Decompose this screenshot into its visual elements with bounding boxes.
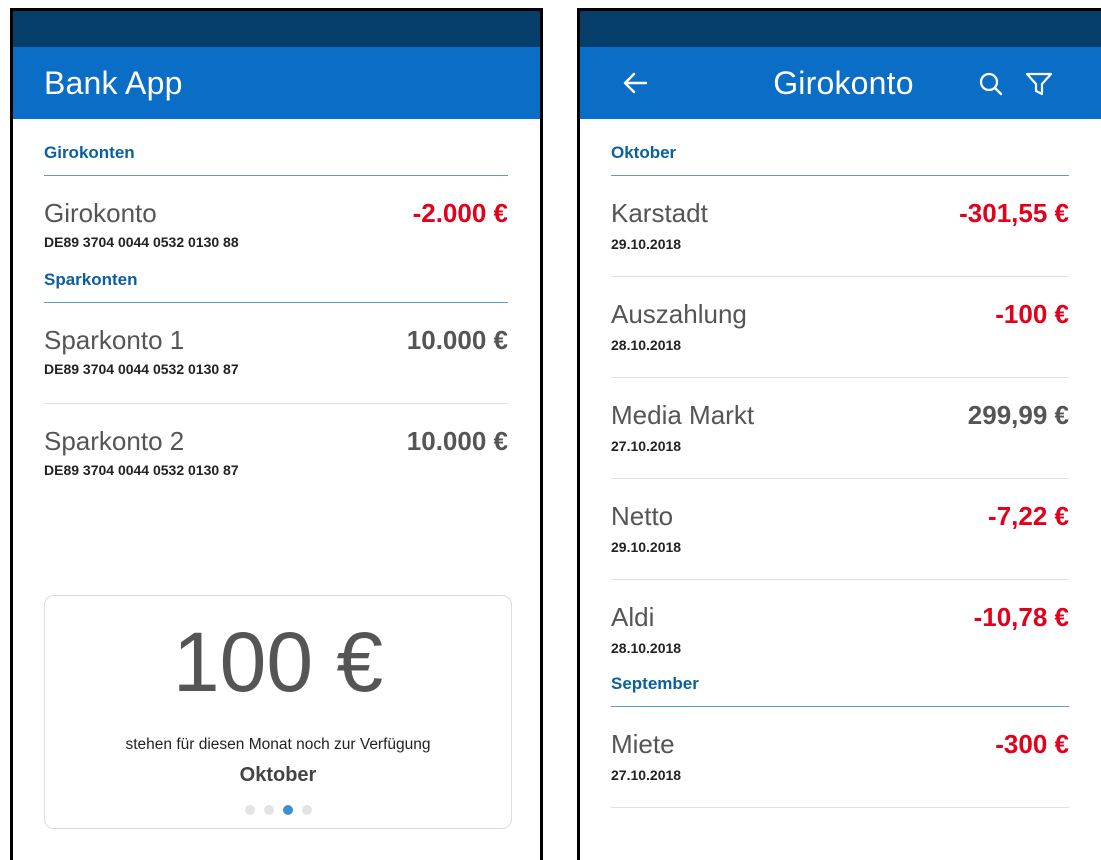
- section-heading-sparkonten: Sparkonten: [44, 270, 508, 303]
- transaction-amount: -7,22 €: [988, 501, 1069, 531]
- account-row-girokonto[interactable]: Girokonto DE89 3704 0044 0532 0130 88 -2…: [44, 176, 508, 274]
- section-heading-september: September: [611, 674, 1069, 707]
- transaction-row[interactable]: Miete 27.10.2018 -300 €: [611, 707, 1069, 808]
- account-balance: 10.000 €: [406, 426, 508, 456]
- transaction-row[interactable]: Auszahlung 28.10.2018 -100 €: [611, 277, 1069, 378]
- page-dot-3-active[interactable]: [282, 805, 293, 815]
- transaction-name: Netto: [611, 501, 674, 531]
- girokonto-screen: Girokonto Oktober Karstadt 29.10.2018 -3…: [577, 8, 1101, 860]
- transaction-name: Aldi: [611, 602, 655, 632]
- transaction-date: 29.10.2018: [611, 539, 682, 555]
- section-heading-girokonten: Girokonten: [44, 143, 508, 176]
- section-heading-oktober: Oktober: [611, 143, 1069, 176]
- account-balance: 10.000 €: [406, 325, 508, 355]
- transaction-amount: -300 €: [995, 729, 1069, 759]
- transaction-amount: -301,55 €: [959, 198, 1069, 228]
- budget-card[interactable]: 100 € stehen für diesen Monat noch zur V…: [44, 595, 512, 829]
- account-iban: DE89 3704 0044 0532 0130 87: [44, 361, 239, 377]
- status-bar: [580, 11, 1101, 47]
- budget-month: Oktober: [239, 764, 317, 786]
- filter-icon[interactable]: [1025, 71, 1053, 97]
- budget-description: stehen für diesen Monat noch zur Verfügu…: [125, 736, 431, 753]
- transaction-name: Auszahlung: [611, 299, 747, 329]
- account-iban: DE89 3704 0044 0532 0130 87: [44, 462, 239, 478]
- transaction-date: 27.10.2018: [611, 767, 682, 783]
- transaction-name: Media Markt: [611, 400, 755, 430]
- app-title: Bank App: [44, 64, 183, 101]
- budget-amount: 100 €: [172, 615, 384, 709]
- transaction-date: 29.10.2018: [611, 236, 682, 252]
- page-dot-1[interactable]: [244, 805, 255, 815]
- account-name: Sparkonto 2: [44, 426, 185, 456]
- app-title: Girokonto: [773, 64, 914, 101]
- transaction-date: 28.10.2018: [611, 337, 682, 353]
- app-bar: Girokonto: [580, 47, 1101, 119]
- transaction-name: Miete: [611, 729, 675, 759]
- transaction-name: Karstadt: [611, 198, 708, 228]
- page-dot-2[interactable]: [263, 805, 274, 815]
- transaction-row[interactable]: Karstadt 29.10.2018 -301,55 €: [611, 176, 1069, 277]
- transaction-amount: -100 €: [995, 299, 1069, 329]
- transaction-amount: -10,78 €: [973, 602, 1069, 632]
- account-balance: -2.000 €: [412, 198, 508, 228]
- account-row-sparkonto-2[interactable]: Sparkonto 2 DE89 3704 0044 0532 0130 87 …: [44, 404, 508, 502]
- status-bar: [13, 11, 540, 47]
- page-dot-4[interactable]: [301, 805, 312, 815]
- transaction-row[interactable]: Netto 29.10.2018 -7,22 €: [611, 479, 1069, 580]
- account-name: Girokonto: [44, 198, 157, 228]
- transaction-date: 27.10.2018: [611, 438, 682, 454]
- app-bar: Bank App: [13, 47, 540, 119]
- account-row-sparkonto-1[interactable]: Sparkonto 1 DE89 3704 0044 0532 0130 87 …: [44, 303, 508, 404]
- bank-app-screen: Bank App Girokonten Girokonto DE89 3704 …: [10, 8, 543, 860]
- transaction-date: 28.10.2018: [611, 640, 682, 656]
- page-indicator: [45, 805, 511, 815]
- transaction-row[interactable]: Aldi 28.10.2018 -10,78 €: [611, 580, 1069, 676]
- account-name: Sparkonto 1: [44, 325, 185, 355]
- transaction-amount: 299,99 €: [967, 400, 1069, 430]
- account-iban: DE89 3704 0044 0532 0130 88: [44, 234, 239, 250]
- transaction-row[interactable]: Media Markt 27.10.2018 299,99 €: [611, 378, 1069, 479]
- search-icon[interactable]: [978, 71, 1004, 97]
